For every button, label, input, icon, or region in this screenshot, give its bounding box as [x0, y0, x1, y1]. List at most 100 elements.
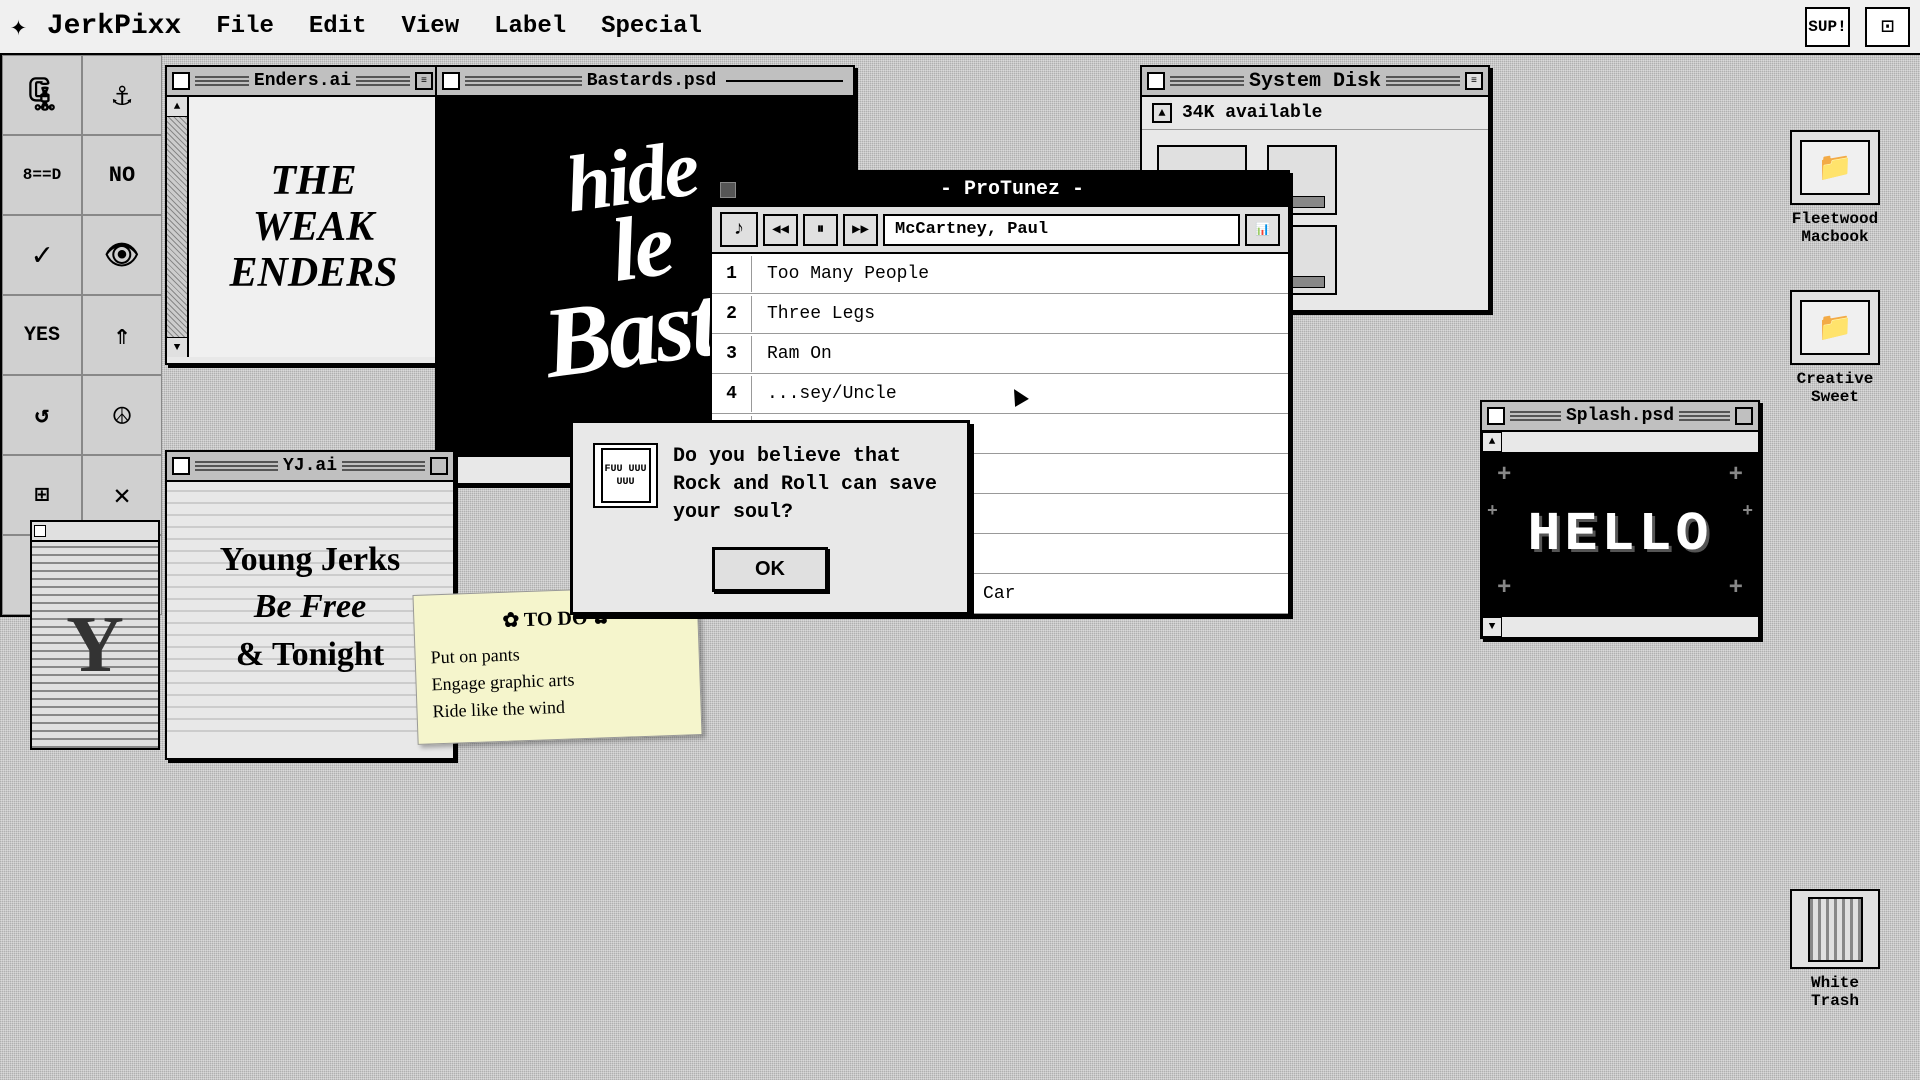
tool-eye[interactable]: 👁	[82, 215, 162, 295]
bastards-titlebar: Bastards.psd	[437, 67, 853, 97]
system-disk-title: System Disk	[1249, 70, 1381, 93]
enders-window: Enders.ai ≡ ▲ ▼ THEWEAKENDERS	[165, 65, 440, 365]
desktop-icon-creative[interactable]: 📁 CreativeSweet	[1770, 290, 1900, 406]
track-3-title: Ram On	[752, 336, 1288, 372]
tool-arrows[interactable]: ⇑	[82, 295, 162, 375]
menu-bar: ✦ JerkPixx File Edit View Label Special …	[0, 0, 1920, 55]
close-box[interactable]	[1147, 72, 1165, 90]
dialog-content: FUU UUU UUU Do you believe that Rock and…	[593, 443, 947, 527]
enders-down-btn[interactable]: ▼	[167, 337, 187, 357]
track-4[interactable]: 4 ...sey/Uncle	[712, 374, 1288, 414]
track-4-num: 4	[712, 376, 752, 412]
plus-6: +	[1742, 502, 1753, 522]
dialog-icon: FUU UUU UUU	[593, 443, 658, 508]
dialog-message: Do you believe that Rock and Roll can sa…	[673, 443, 947, 527]
small-window-bar	[32, 522, 158, 542]
splash-zoom[interactable]	[1735, 407, 1753, 425]
yj-titlebar: YJ.ai	[167, 452, 453, 482]
plus-1: +	[1497, 462, 1511, 489]
yj-window: YJ.ai Young JerksBe Free& Tonight	[165, 450, 455, 760]
titlebar-stripes-right	[1386, 76, 1460, 86]
todo-item-2: Engage graphic arts	[431, 666, 685, 696]
splash-down-row: ▼	[1482, 617, 1758, 637]
enders-text: THEWEAKENDERS	[229, 158, 397, 297]
titlebar-stripes-left	[1170, 76, 1244, 86]
note-icon[interactable]: ♪	[720, 212, 758, 247]
desktop-icon-fleetwood[interactable]: 📁 FleetwoodMacbook	[1770, 130, 1900, 246]
creative-folder-icon: 📁	[1800, 300, 1870, 355]
fleetwood-icon-img: 📁	[1790, 130, 1880, 205]
track-1[interactable]: 1 Too Many People	[712, 254, 1288, 294]
tool-peace[interactable]: ☮	[82, 375, 162, 455]
enders-left-scroll: ▲ ▼	[167, 97, 189, 357]
splash-content: + + + + + + HELLO	[1482, 452, 1758, 617]
enders-body: ▲ ▼ THEWEAKENDERS	[167, 97, 438, 357]
tool-floppy[interactable]: 🗜	[2, 55, 82, 135]
tool-check[interactable]: ✓	[2, 215, 82, 295]
menu-bar-right: SUP! ⊡	[1805, 7, 1910, 47]
volume-btn[interactable]: 📊	[1245, 214, 1280, 246]
track-2[interactable]: 2 Three Legs	[712, 294, 1288, 334]
tool-anchor[interactable]: ⚓	[82, 55, 162, 135]
tool-rotate[interactable]: ↺	[2, 375, 82, 455]
protunez-title: - ProTunez -	[744, 178, 1280, 201]
splash-down[interactable]: ▼	[1482, 617, 1502, 637]
ffwd-btn[interactable]: ▶▶	[843, 214, 878, 246]
tool-pencil[interactable]: 8==D	[2, 135, 82, 215]
track-1-title: Too Many People	[752, 256, 1288, 292]
track-1-num: 1	[712, 256, 752, 292]
monitor-icon[interactable]: ⊡	[1865, 7, 1910, 47]
desktop-icon-white-trash[interactable]: WhiteTrash	[1770, 889, 1900, 1010]
trash-can-body	[1808, 897, 1863, 962]
todo-item-1: Put on pants	[430, 639, 684, 669]
protunez-controls: ♪ ◀◀ ⏸ ▶▶ McCartney, Paul 📊	[712, 207, 1288, 254]
dialog-icon-text: FUU UUU UUU	[603, 463, 649, 489]
splash-up[interactable]: ▲	[1482, 432, 1502, 452]
pause-btn[interactable]: ⏸	[803, 214, 838, 246]
sup-icon[interactable]: SUP!	[1805, 7, 1850, 47]
yj-title: YJ.ai	[283, 456, 337, 476]
disk-available: 34K available	[1182, 103, 1322, 123]
yj-zoom[interactable]	[430, 457, 448, 475]
enders-up-btn[interactable]: ▲	[167, 97, 187, 117]
track-2-title: Three Legs	[752, 296, 1288, 332]
rewind-btn[interactable]: ◀◀	[763, 214, 798, 246]
splash-title: Splash.psd	[1566, 406, 1674, 426]
enders-scroll-track	[167, 117, 187, 337]
yj-close[interactable]	[172, 457, 190, 475]
label-menu[interactable]: Label	[494, 13, 566, 40]
apple-menu-icon[interactable]: ✦	[10, 9, 27, 44]
track-3[interactable]: 3 Ram On	[712, 334, 1288, 374]
bastards-title-line	[726, 80, 843, 82]
enders-titlebar: Enders.ai ≡	[167, 67, 438, 97]
splash-titlebar: Splash.psd	[1482, 402, 1758, 432]
splash-close[interactable]	[1487, 407, 1505, 425]
yj-text: Young JerksBe Free& Tonight	[220, 536, 400, 679]
splash-text: HELLO	[1527, 503, 1712, 566]
enders-close-box[interactable]	[172, 72, 190, 90]
special-menu[interactable]: Special	[601, 13, 702, 40]
enders-zoom[interactable]: ≡	[415, 72, 433, 90]
file-menu[interactable]: File	[216, 13, 274, 40]
creative-label: CreativeSweet	[1797, 370, 1874, 406]
protunez-close[interactable]	[720, 182, 736, 198]
dialog-icon-inner: FUU UUU UUU	[601, 448, 651, 503]
todo-item-3: Ride like the wind	[432, 693, 686, 723]
fleetwood-folder-icon: 📁	[1800, 140, 1870, 195]
edit-menu[interactable]: Edit	[309, 13, 367, 40]
tool-yes[interactable]: YES	[2, 295, 82, 375]
disk-up-arrow[interactable]: ▲	[1152, 103, 1172, 123]
tool-no[interactable]: NO	[82, 135, 162, 215]
fleetwood-label: FleetwoodMacbook	[1792, 210, 1878, 246]
splash-window: Splash.psd ▲ + + + + + + HELLO ▼	[1480, 400, 1760, 639]
dialog-ok-button[interactable]: OK	[712, 547, 828, 592]
white-trash-icon-img	[1790, 889, 1880, 969]
zoom-box[interactable]: ≡	[1465, 72, 1483, 90]
dialog-box: FUU UUU UUU Do you believe that Rock and…	[570, 420, 970, 615]
track-2-num: 2	[712, 296, 752, 332]
small-close-box[interactable]	[34, 525, 46, 537]
view-menu[interactable]: View	[402, 13, 460, 40]
enders-title: Enders.ai	[254, 71, 351, 91]
bastards-close[interactable]	[442, 72, 460, 90]
track-4-title: ...sey/Uncle	[752, 376, 1288, 412]
